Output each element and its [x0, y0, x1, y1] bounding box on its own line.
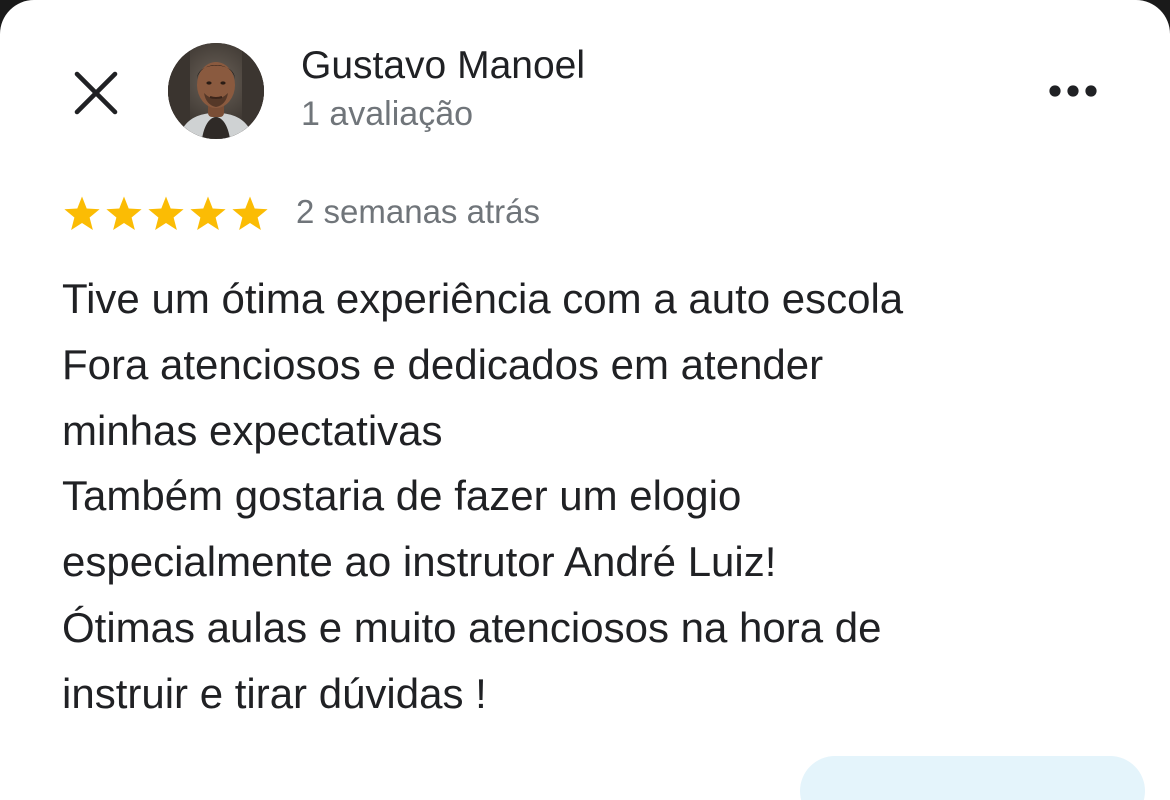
review-text-line: especialmente ao instrutor André Luiz! — [62, 538, 777, 586]
star-rating — [62, 192, 272, 236]
review-text-line: Fora atenciosos e dedicados em atender — [62, 340, 824, 388]
review-text-line: minhas expectativas — [62, 406, 443, 454]
author-review-count: 1 avaliação — [301, 95, 474, 133]
star-icon — [64, 196, 100, 230]
close-icon — [74, 71, 118, 115]
reply-chip-button[interactable] — [800, 756, 1145, 800]
star-icon — [106, 196, 142, 230]
review-text-line: Tive um ótima experiência com a auto esc… — [62, 275, 904, 322]
review-time: 2 semanas atrás — [296, 193, 540, 230]
star-icon — [232, 196, 268, 230]
star-icon — [148, 196, 184, 230]
author-name[interactable]: Gustavo Manoel — [301, 44, 585, 88]
close-button[interactable] — [68, 65, 124, 121]
review-text-line: instruir e tirar dúvidas ! — [62, 669, 487, 717]
more-options-button[interactable] — [1044, 72, 1104, 110]
avatar-photo — [168, 43, 264, 139]
more-horizontal-icon — [1049, 85, 1097, 97]
avatar[interactable] — [168, 43, 264, 139]
review-text: Tive um ótima experiência com a auto esc… — [62, 266, 1122, 727]
review-text-line: Ótimas aulas e muito atenciosos na hora … — [62, 603, 882, 651]
review-dialog: Gustavo Manoel 1 avaliação 2 semanas atr… — [0, 0, 1170, 800]
review-text-line: Também gostaria de fazer um elogio — [62, 472, 742, 520]
star-icon — [190, 196, 226, 230]
